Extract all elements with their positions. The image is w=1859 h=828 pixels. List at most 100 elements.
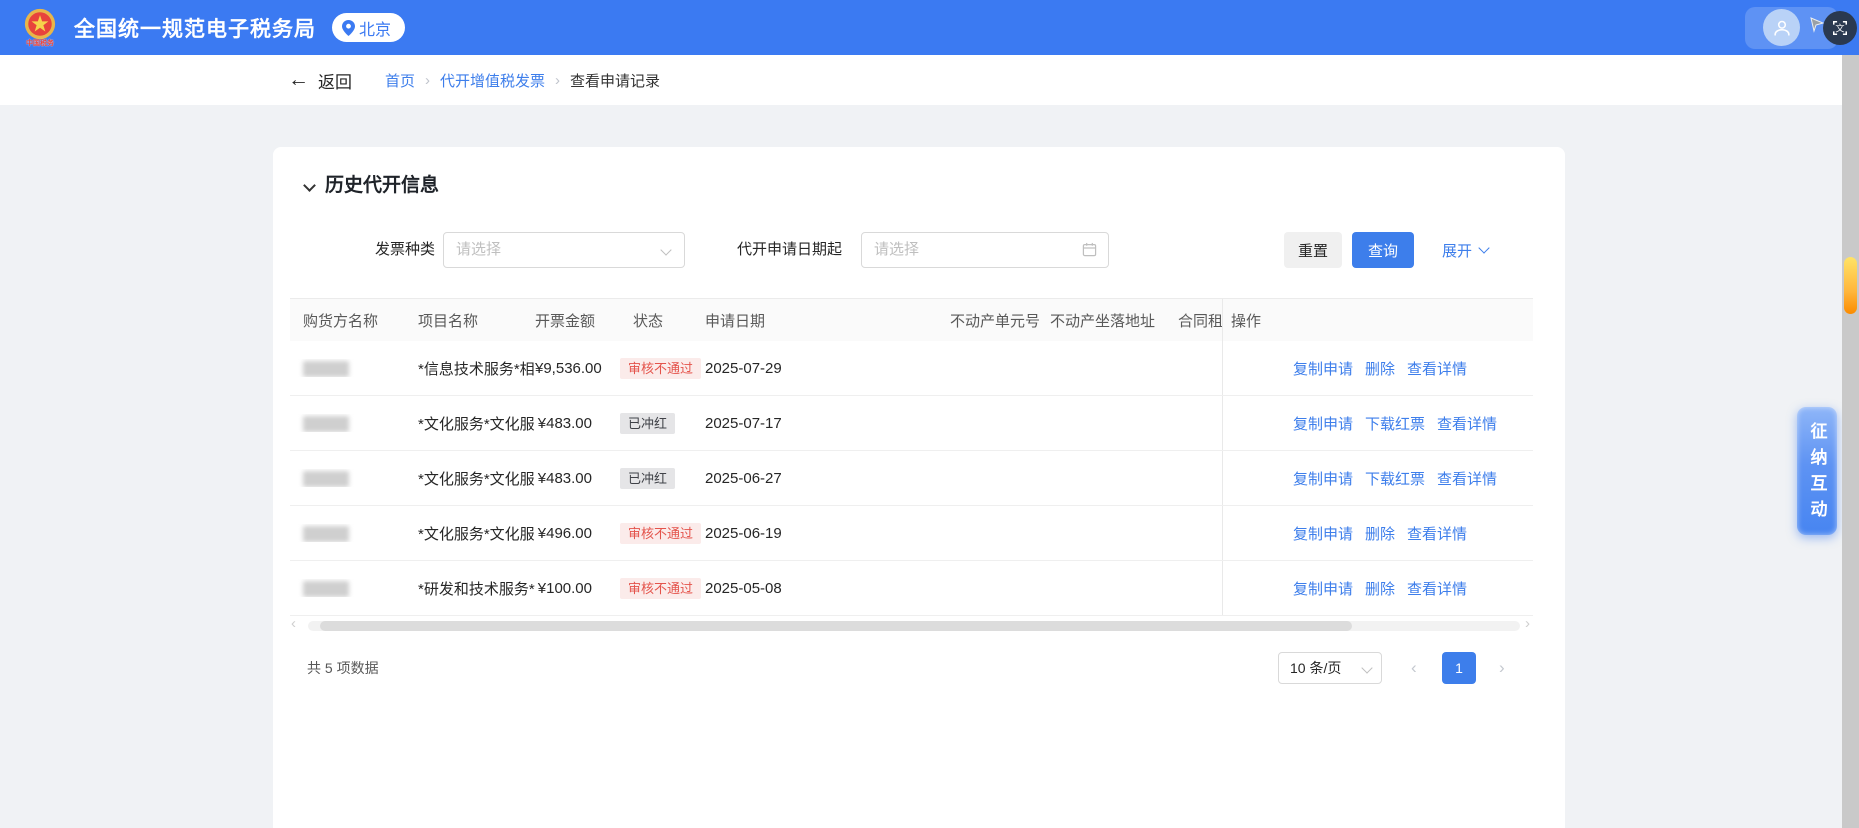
delete-link[interactable]: 删除	[1365, 523, 1395, 544]
invoice-type-select[interactable]: 请选择	[443, 232, 685, 268]
breadcrumb-item[interactable]: 首页	[385, 70, 415, 91]
row-scroll-columns: *文化服务*文化服... ¥496.00 审核不通过 2025-06-19	[290, 506, 1222, 560]
view-details-link[interactable]: 查看详情	[1407, 523, 1467, 544]
status-cell: 已冲红	[620, 412, 705, 434]
redacted-buyer-name	[303, 360, 349, 377]
page-scrollbar-track[interactable]	[1842, 55, 1859, 828]
page-size-select[interactable]: 10 条/页	[1278, 652, 1382, 684]
download-red-invoice-link[interactable]: 下载红票	[1365, 468, 1425, 489]
copy-application-link[interactable]: 复制申请	[1293, 468, 1353, 489]
status-badge: 审核不通过	[620, 357, 702, 379]
breadcrumb: 首页 › 代开增值税发票 › 查看申请记录	[385, 55, 660, 105]
buyer-name-cell	[290, 469, 418, 487]
breadcrumb-separator-icon: ›	[555, 71, 561, 89]
redacted-buyer-name	[303, 580, 349, 597]
app-title: 全国统一规范电子税务局	[74, 17, 316, 41]
next-page-button[interactable]: ›	[1499, 652, 1505, 684]
breadcrumb-item: 查看申请记录	[570, 72, 661, 90]
expand-filters-link[interactable]: 展开	[1442, 232, 1490, 268]
copy-application-link[interactable]: 复制申请	[1293, 578, 1353, 599]
delete-link[interactable]: 删除	[1365, 578, 1395, 599]
breadcrumb-separator-icon: ›	[425, 71, 431, 89]
column-header: 开票金额	[535, 312, 596, 330]
page-size-value: 10 条/页	[1290, 660, 1342, 676]
location-pin-icon	[342, 19, 355, 36]
view-details-link[interactable]: 查看详情	[1407, 578, 1467, 599]
column-header: 项目名称	[418, 312, 479, 330]
chevron-down-icon	[1478, 242, 1490, 254]
tax-interaction-floating-button[interactable]: 征纳互动	[1797, 407, 1837, 535]
table-header-row: 购货方名称 项目名称 开票金额 状态 申请日期 不动产单元号不动产坐落地址 合同租赁操作	[290, 298, 1533, 341]
project-name-cell: *文化服务*文化服...	[418, 470, 535, 488]
collapse-chevron-icon[interactable]	[303, 179, 316, 192]
status-cell: 审核不通过	[620, 522, 705, 544]
apply-date-cell: 2025-05-08	[705, 579, 782, 597]
project-name-cell: *研发和技术服务*...	[418, 580, 535, 598]
actions-cell: 复制申请 删除 查看详情	[1222, 561, 1533, 615]
apply-date-cell: 2025-06-19	[705, 524, 782, 542]
horizontal-scrollbar-thumb[interactable]	[320, 621, 1352, 631]
national-emblem-logo: 中国税务	[18, 8, 62, 48]
user-avatar[interactable]	[1763, 9, 1800, 46]
horizontal-scrollbar-track[interactable]	[308, 621, 1520, 631]
row-scroll-columns: *研发和技术服务*... ¥100.00 审核不通过 2025-05-08	[290, 561, 1222, 615]
current-page-button[interactable]: 1	[1442, 652, 1476, 684]
actions-cell: 复制申请 下载红票 查看详情	[1222, 451, 1533, 505]
records-table: 购货方名称 项目名称 开票金额 状态 申请日期 不动产单元号不动产坐落地址 合同租赁操作 *…	[290, 298, 1533, 616]
person-icon	[1773, 20, 1790, 36]
view-details-link[interactable]: 查看详情	[1407, 358, 1467, 379]
chevron-down-icon	[660, 244, 672, 256]
actions-cell: 复制申请 下载红票 查看详情	[1222, 396, 1533, 450]
delete-link[interactable]: 删除	[1365, 358, 1395, 379]
invoice-type-label: 发票种类	[374, 241, 435, 258]
prev-page-button[interactable]: ‹	[1411, 652, 1417, 684]
view-details-link[interactable]: 查看详情	[1437, 468, 1497, 489]
table-row: *研发和技术服务*... ¥100.00 审核不通过 2025-05-08 复制申请 删除…	[290, 561, 1533, 616]
project-name-cell: *文化服务*文化服...	[418, 415, 535, 433]
reset-button[interactable]: 重置	[1284, 232, 1342, 268]
amount-cell: ¥483.00	[537, 469, 592, 487]
table-row: *文化服务*文化服... ¥496.00 审核不通过 2025-06-19 复制申请 删除…	[290, 506, 1533, 561]
chevron-down-icon	[1361, 662, 1373, 674]
status-badge: 审核不通过	[620, 577, 702, 599]
table-row: *文化服务*文化服... ¥483.00 已冲红 2025-06-27 复制申请 下载红票…	[290, 451, 1533, 506]
copy-application-link[interactable]: 复制申请	[1293, 413, 1353, 434]
column-header: 申请日期	[705, 312, 766, 330]
search-button[interactable]: 查询	[1352, 232, 1414, 268]
calendar-icon	[1082, 242, 1097, 262]
download-red-invoice-link[interactable]: 下载红票	[1365, 413, 1425, 434]
copy-application-link[interactable]: 复制申请	[1293, 358, 1353, 379]
hscroll-left-icon[interactable]: ‹	[291, 615, 296, 632]
status-cell: 已冲红	[620, 467, 705, 489]
table-body: *信息技术服务*相... ¥9,536.00 审核不通过 2025-07-29 复制申请…	[290, 341, 1533, 616]
column-header: 不动产坐落地址	[1050, 312, 1156, 330]
view-details-link[interactable]: 查看详情	[1437, 413, 1497, 434]
table-row: *文化服务*文化服... ¥483.00 已冲红 2025-07-17 复制申请 下载红票…	[290, 396, 1533, 451]
buyer-name-cell	[290, 414, 418, 432]
hscroll-right-icon[interactable]: ›	[1525, 615, 1530, 632]
section-title: 历史代开信息	[325, 175, 440, 196]
total-count-text: 共 5 项数据	[307, 660, 379, 676]
status-cell: 审核不通过	[620, 357, 705, 379]
date-from-label: 代开申请日期起	[736, 241, 842, 258]
breadcrumb-item[interactable]: 代开增值税发票	[440, 70, 545, 91]
column-header: 购货方名称	[303, 312, 379, 330]
date-from-input[interactable]: 请选择	[861, 232, 1109, 268]
emblem-icon	[24, 8, 56, 39]
apply-date-cell: 2025-07-17	[705, 414, 782, 432]
copy-application-link[interactable]: 复制申请	[1293, 523, 1353, 544]
location-selector[interactable]: 北京	[332, 13, 406, 42]
expand-label: 展开	[1442, 242, 1473, 260]
translate-extension-icon[interactable]: 文	[1823, 11, 1857, 45]
back-button[interactable]: ← 返回	[288, 55, 352, 105]
amount-cell: ¥483.00	[537, 414, 592, 432]
status-badge: 已冲红	[620, 412, 676, 434]
column-header: 合同租赁	[1178, 312, 1222, 330]
row-scroll-columns: *信息技术服务*相... ¥9,536.00 审核不通过 2025-07-29	[290, 341, 1222, 395]
date-from-placeholder: 请选择	[874, 241, 920, 258]
table-header-scroll-columns: 购货方名称 项目名称 开票金额 状态 申请日期 不动产单元号不动产坐落地址 合同租赁	[290, 299, 1222, 341]
column-header: 不动产单元号	[950, 312, 1041, 330]
status-cell: 审核不通过	[620, 577, 705, 599]
page-scrollbar-thumb[interactable]	[1844, 257, 1857, 314]
breadcrumb-bar: ← 返回 首页 › 代开增值税发票 › 查看申请记录	[0, 55, 1842, 105]
